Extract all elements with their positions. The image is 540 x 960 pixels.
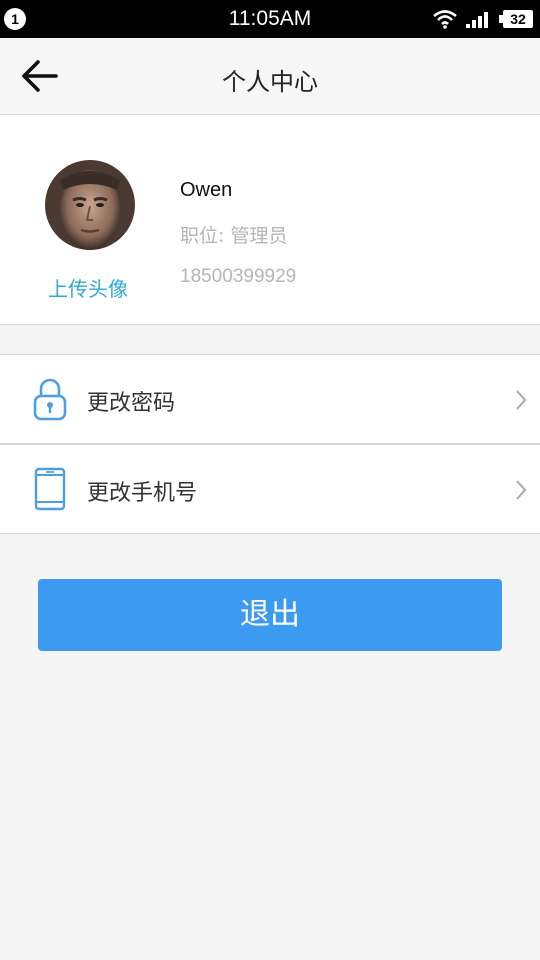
header: 个人中心: [0, 38, 540, 115]
profile-card: 上传头像 Owen 职位: 管理员 18500399929: [0, 115, 540, 325]
user-name: Owen: [180, 179, 233, 201]
chevron-right-icon: [516, 480, 527, 500]
signal-icon: [466, 12, 488, 28]
menu-label-phone: 更改手机号: [87, 481, 198, 506]
status-time: 11:05AM: [228, 7, 312, 30]
status-bar: 1 11:05AM 32: [0, 0, 540, 38]
phone-icon: [34, 467, 66, 511]
chevron-right-icon: [516, 390, 527, 410]
avatar-photo: [45, 160, 135, 250]
user-role: 职位: 管理员: [180, 225, 288, 247]
logout-button[interactable]: 退出: [38, 579, 502, 651]
change-password-item[interactable]: 更改密码: [0, 354, 540, 444]
change-phone-item[interactable]: 更改手机号: [0, 444, 540, 534]
menu-label-password: 更改密码: [87, 391, 176, 416]
page-title: 个人中心: [222, 68, 318, 96]
lock-icon: [33, 378, 67, 421]
wifi-icon: [433, 10, 457, 29]
user-phone: 18500399929: [180, 266, 297, 287]
avatar[interactable]: [45, 160, 135, 250]
upload-avatar-link[interactable]: 上传头像: [30, 273, 146, 302]
battery-icon: 32: [503, 10, 533, 28]
